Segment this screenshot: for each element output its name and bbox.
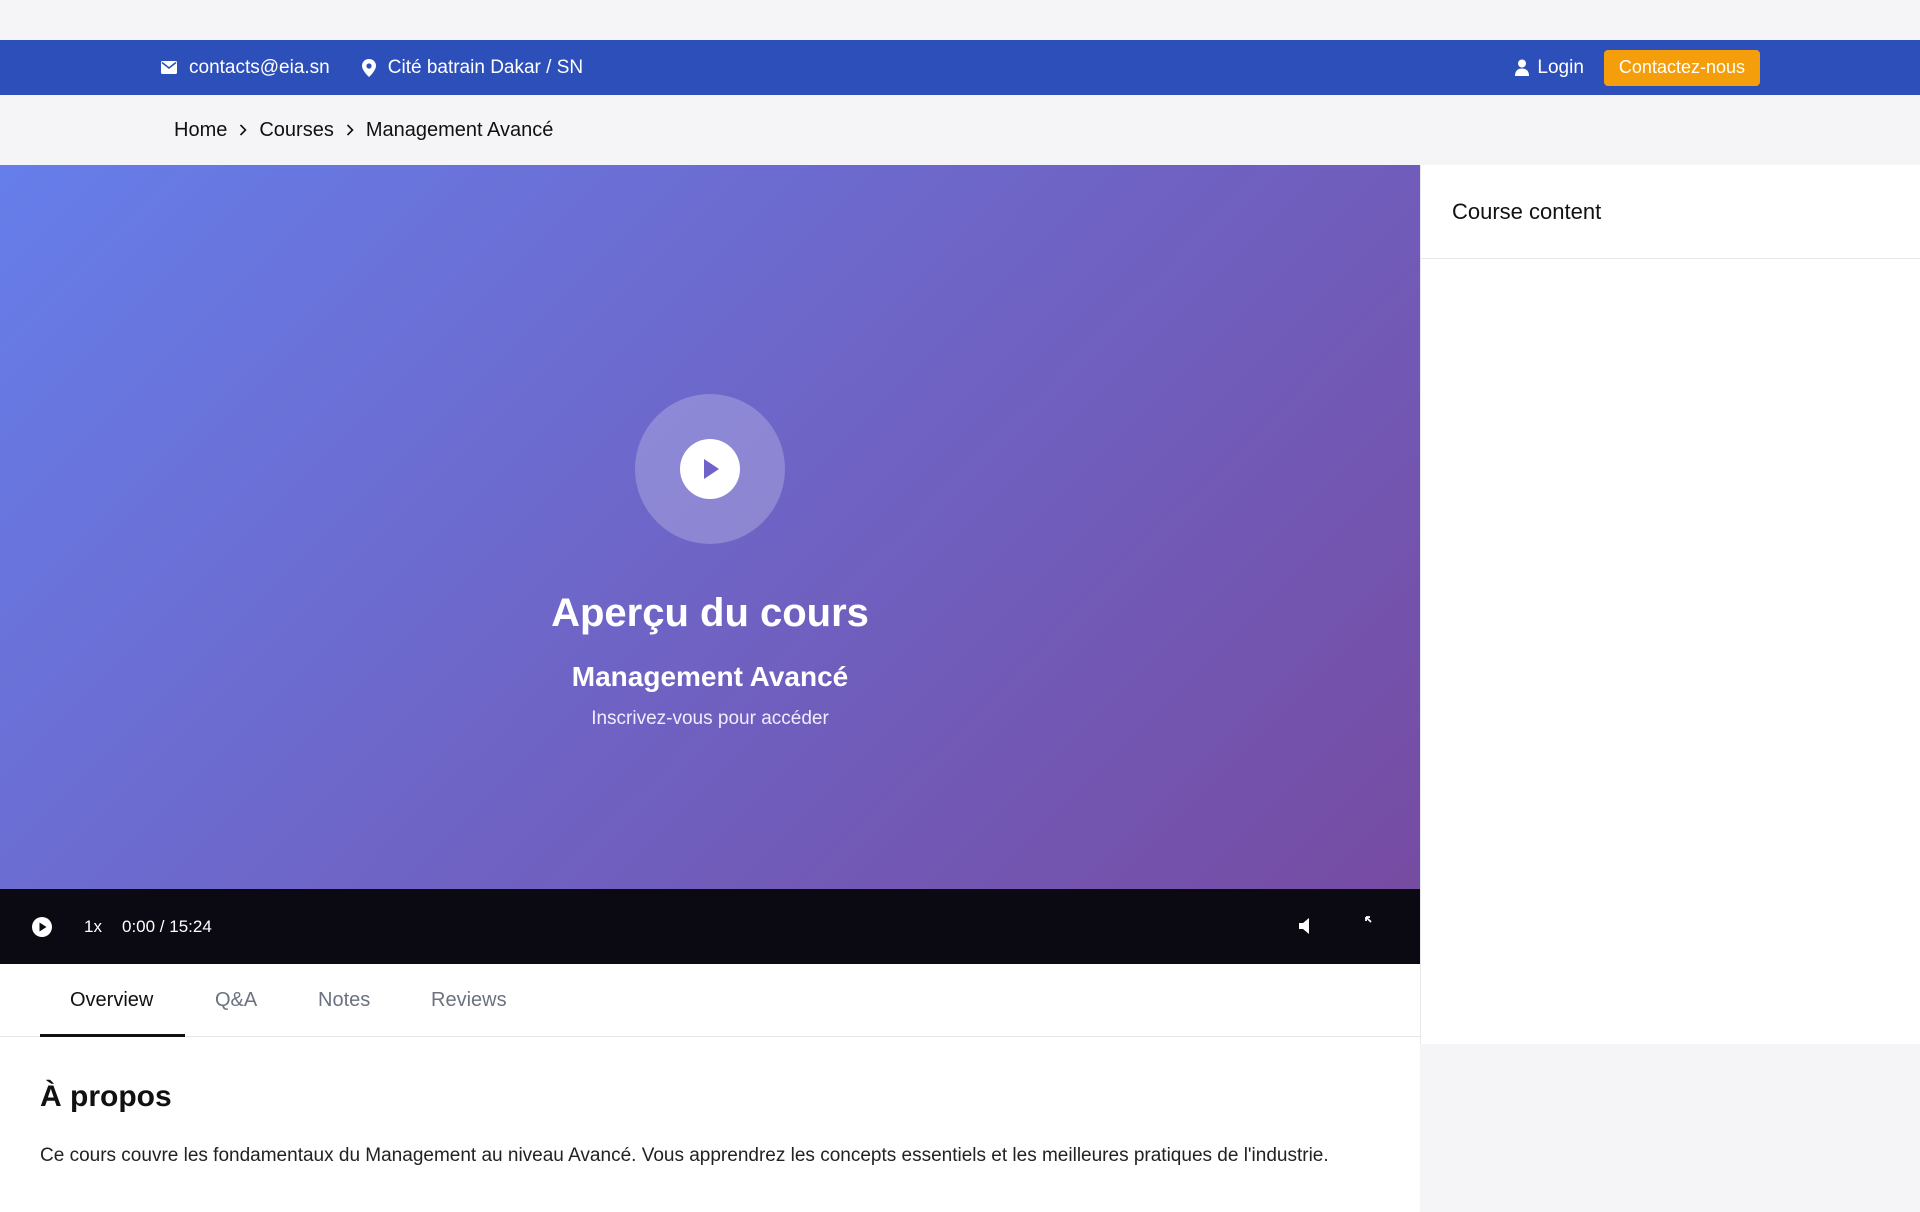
fullscreen-button[interactable] [1364,914,1378,934]
preview-title: Aperçu du cours [551,591,869,635]
login-link[interactable]: Login [1515,57,1584,79]
play-icon [680,439,740,499]
chevron-right-icon [346,124,354,136]
info-bar: contacts@eia.sn Cité batrain Dakar / SN … [0,40,1920,95]
tab-qa[interactable]: Q&A [215,964,257,1037]
mail-icon [161,61,177,74]
about-section: À propos Ce cours couvre les fondamentau… [0,1037,1420,1212]
location-text: Cité batrain Dakar / SN [387,56,584,78]
fullscreen-exit-icon [1365,916,1372,923]
location-item: Cité batrain Dakar / SN [361,56,584,79]
big-play-button[interactable] [635,394,785,544]
chevron-right-icon [239,124,247,136]
tab-reviews[interactable]: Reviews [431,964,507,1037]
play-icon [32,917,52,937]
contact-info: contacts@eia.sn Cité batrain Dakar / SN [161,40,615,95]
sidebar-title: Course content [1421,165,1920,259]
time-display: 0:00 / 15:24 [122,916,212,936]
breadcrumb-current: Management Avancé [365,118,554,141]
login-label: Login [1537,56,1584,78]
about-heading: À propos [40,1080,172,1113]
map-pin-icon [361,58,376,77]
tab-notes[interactable]: Notes [318,964,370,1037]
player-controls: 1x 0:00 / 15:24 [0,889,1420,964]
email-text: contacts@eia.sn [189,56,330,78]
volume-icon [1299,918,1309,934]
breadcrumb: Home Courses Management Avancé [174,95,553,165]
preview-subtitle: Inscrivez-vous pour accéder [591,708,829,729]
playback-speed[interactable]: 1x [84,889,102,964]
breadcrumb-home[interactable]: Home [174,119,227,142]
tab-overview[interactable]: Overview [70,964,153,1037]
user-icon [1515,59,1530,76]
email-item[interactable]: contacts@eia.sn [161,57,330,79]
account-actions: Login Contactez-nous [1515,40,1760,95]
volume-button[interactable] [1298,916,1316,941]
video-player[interactable]: Aperçu du cours Management Avancé Inscri… [0,165,1420,889]
course-content-sidebar: Course content [1420,165,1920,1044]
preview-course-name: Management Avancé [571,661,849,692]
contact-button[interactable]: Contactez-nous [1603,49,1760,86]
control-play-button[interactable] [31,916,53,943]
top-strip [0,0,1920,40]
about-text: Ce cours couvre les fondamentaux du Mana… [40,1145,1329,1166]
breadcrumb-courses[interactable]: Courses [259,119,333,142]
course-tabs: Overview Q&A Notes Reviews [0,964,1420,1037]
